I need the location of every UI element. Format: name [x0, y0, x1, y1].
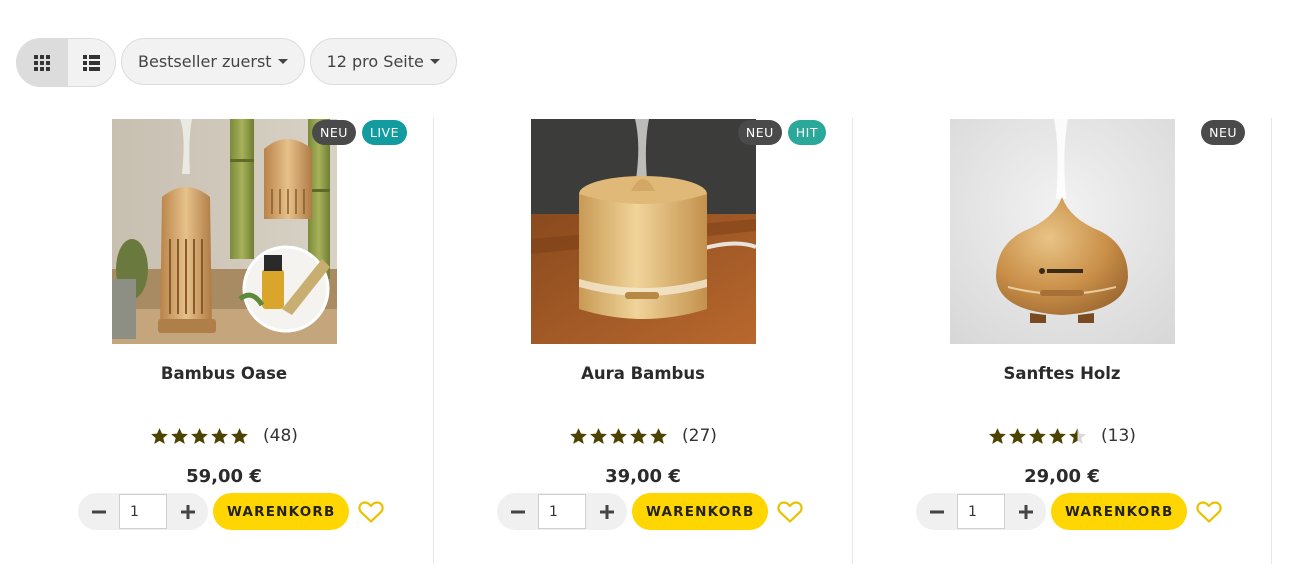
quantity-input[interactable]: [119, 494, 167, 529]
rating-count: (48): [263, 426, 298, 446]
star-icon: [1009, 427, 1026, 444]
product-rating: (13): [853, 426, 1271, 446]
quantity-input[interactable]: [538, 494, 586, 529]
product-title[interactable]: Sanftes Holz: [853, 364, 1271, 383]
product-price: 29,00 €: [1024, 466, 1100, 487]
star-icon: [590, 427, 607, 444]
star-icon: [989, 427, 1006, 444]
heart-icon[interactable]: [1196, 500, 1223, 524]
star-icon: [231, 427, 248, 444]
rating-count: (13): [1101, 426, 1136, 446]
plus-icon: [180, 504, 195, 519]
plus-icon: [599, 504, 614, 519]
quantity-stepper: [916, 493, 1046, 530]
product-image-link[interactable]: [112, 119, 337, 344]
quantity-stepper: [497, 493, 627, 530]
product-card: NEU HIT Aura Bambus (27) 39,00 € WARENKO…: [434, 118, 853, 564]
product-image-link[interactable]: [531, 119, 756, 344]
heart-icon[interactable]: [777, 500, 804, 524]
star-icon: [1029, 427, 1046, 444]
badge-new: NEU: [737, 120, 782, 145]
increase-quantity-button[interactable]: [167, 493, 208, 530]
star-icon: [1049, 427, 1066, 444]
product-badges: NEU HIT: [737, 120, 826, 145]
list-view-button[interactable]: [67, 39, 115, 86]
buy-box: WARENKORB: [78, 493, 385, 530]
minus-icon: [91, 510, 106, 513]
decrease-quantity-button[interactable]: [916, 493, 957, 530]
buy-box: WARENKORB: [916, 493, 1223, 530]
star-icon: [211, 427, 228, 444]
star-icon: [1069, 427, 1086, 444]
caret-down-icon: [277, 59, 288, 64]
star-icon: [610, 427, 627, 444]
increase-quantity-button[interactable]: [586, 493, 627, 530]
listing-toolbar: Bestseller zuerst 12 pro Seite: [16, 38, 457, 87]
minus-icon: [510, 510, 525, 513]
product-title[interactable]: Bambus Oase: [15, 364, 433, 383]
product-image: [531, 119, 756, 344]
add-to-cart-button[interactable]: WARENKORB: [632, 493, 769, 530]
heart-icon[interactable]: [358, 500, 385, 524]
product-card: NEU Sanftes Holz (13) 29,00 € WARENKORB: [853, 118, 1272, 564]
add-to-cart-button[interactable]: WARENKORB: [213, 493, 350, 530]
star-icon: [171, 427, 188, 444]
decrease-quantity-button[interactable]: [497, 493, 538, 530]
star-icon: [191, 427, 208, 444]
add-to-cart-button[interactable]: WARENKORB: [1051, 493, 1188, 530]
per-page-dropdown-label: 12 pro Seite: [326, 52, 424, 71]
product-rating: (48): [15, 426, 433, 446]
grid-icon: [34, 54, 50, 71]
product-card: NEU LIVE Bambus Oase (48) 59,00 € WARENK…: [15, 118, 434, 564]
product-title[interactable]: Aura Bambus: [434, 364, 852, 383]
star-rating: [150, 427, 249, 446]
caret-down-icon: [429, 59, 440, 64]
product-badges: NEU: [1201, 120, 1245, 145]
product-badges: NEU LIVE: [311, 120, 407, 145]
plus-icon: [1018, 504, 1033, 519]
star-icon: [630, 427, 647, 444]
product-rating: (27): [434, 426, 852, 446]
badge-live: LIVE: [361, 120, 407, 145]
quantity-stepper: [78, 493, 208, 530]
sort-dropdown-label: Bestseller zuerst: [138, 52, 272, 71]
star-rating: [569, 427, 668, 446]
product-image: [950, 119, 1175, 344]
product-price: 59,00 €: [186, 466, 262, 487]
decrease-quantity-button[interactable]: [78, 493, 119, 530]
per-page-dropdown[interactable]: 12 pro Seite: [309, 38, 457, 85]
minus-icon: [929, 510, 944, 513]
product-image-link[interactable]: [950, 119, 1175, 344]
grid-view-button[interactable]: [17, 39, 67, 86]
star-icon: [151, 427, 168, 444]
buy-box: WARENKORB: [497, 493, 804, 530]
view-toggle-group: [16, 38, 116, 87]
product-price: 39,00 €: [605, 466, 681, 487]
badge-new: NEU: [311, 120, 356, 145]
product-grid: NEU LIVE Bambus Oase (48) 59,00 € WARENK…: [15, 118, 1272, 568]
star-rating: [988, 427, 1087, 446]
quantity-input[interactable]: [957, 494, 1005, 529]
star-icon: [650, 427, 667, 444]
sort-dropdown[interactable]: Bestseller zuerst: [121, 38, 305, 85]
product-image: [112, 119, 337, 344]
star-icon: [570, 427, 587, 444]
badge-hit: HIT: [787, 120, 826, 145]
badge-new: NEU: [1201, 120, 1245, 145]
increase-quantity-button[interactable]: [1005, 493, 1046, 530]
rating-count: (27): [682, 426, 717, 446]
list-icon: [83, 54, 100, 71]
